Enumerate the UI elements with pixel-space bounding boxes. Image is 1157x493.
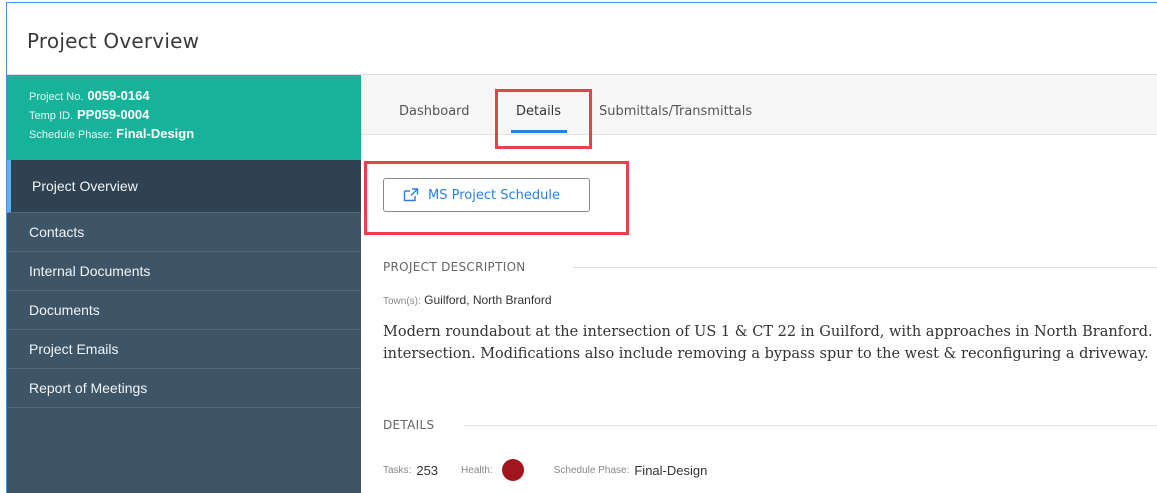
project-number-value: 0059-0164 bbox=[87, 88, 150, 103]
temp-id-value: PP059-0004 bbox=[77, 107, 150, 122]
details-row: Tasks: 253 Health: Schedule Phase: Final… bbox=[383, 457, 707, 483]
sidebar-item-report-of-meetings[interactable]: Report of Meetings bbox=[7, 369, 361, 408]
temp-id-line: Temp ID. PP059-0004 bbox=[29, 106, 361, 125]
page-title: Project Overview bbox=[27, 29, 200, 53]
schedule-phase-value: Final-Design bbox=[634, 462, 708, 478]
tasks-label: Tasks: bbox=[383, 464, 412, 476]
section-divider bbox=[573, 267, 1157, 268]
towns-line: Town(s): Guilford, North Branford bbox=[383, 293, 552, 307]
project-info-panel: Project No. 0059-0164 Temp ID. PP059-0004 … bbox=[7, 75, 361, 160]
highlight-box-ms-project-button bbox=[364, 161, 629, 235]
main-content: Dashboard Details Submittals/Transmittal… bbox=[361, 75, 1157, 493]
schedule-phase-value: Final-Design bbox=[116, 126, 195, 141]
sidebar-item-label: Project Overview bbox=[32, 178, 138, 194]
highlight-box-details-tab bbox=[495, 89, 592, 149]
tab-dashboard[interactable]: Dashboard bbox=[399, 104, 470, 119]
project-number-label: Project No. bbox=[29, 91, 84, 103]
section-divider bbox=[464, 425, 1157, 426]
sidebar-item-label: Report of Meetings bbox=[29, 380, 148, 396]
sidebar-item-label: Contacts bbox=[29, 224, 85, 240]
project-description-heading: PROJECT DESCRIPTION bbox=[383, 260, 526, 274]
schedule-phase-label: Schedule Phase: bbox=[553, 464, 630, 476]
details-heading: DETAILS bbox=[383, 418, 435, 432]
sidebar-item-contacts[interactable]: Contacts bbox=[7, 213, 361, 252]
description-line: intersection. Modifications also include… bbox=[383, 346, 1149, 362]
sidebar: Project No. 0059-0164 Temp ID. PP059-0004 … bbox=[7, 75, 361, 493]
schedule-phase-line: Schedule Phase: Final-Design bbox=[29, 125, 361, 144]
sidebar-item-project-emails[interactable]: Project Emails bbox=[7, 330, 361, 369]
sidebar-item-label: Documents bbox=[29, 302, 100, 318]
app-frame: Project Overview Project No. 0059-0164 Te… bbox=[6, 2, 1157, 493]
sidebar-item-project-overview[interactable]: Project Overview bbox=[7, 160, 361, 213]
health-status-indicator bbox=[501, 459, 524, 481]
sidebar-item-label: Internal Documents bbox=[29, 263, 151, 279]
health-label: Health: bbox=[461, 464, 493, 476]
project-number-line: Project No. 0059-0164 bbox=[29, 87, 361, 106]
towns-label: Town(s): bbox=[383, 296, 421, 307]
sidebar-nav: Project Overview Contacts Internal Docum… bbox=[7, 160, 361, 408]
sidebar-item-label: Project Emails bbox=[29, 341, 119, 357]
description-line: Modern roundabout at the intersection of… bbox=[383, 324, 1153, 340]
tab-bar: Dashboard Details Submittals/Transmittal… bbox=[361, 75, 1157, 135]
temp-id-label: Temp ID. bbox=[29, 110, 74, 122]
sidebar-item-internal-documents[interactable]: Internal Documents bbox=[7, 252, 361, 291]
tab-submittals-transmittals[interactable]: Submittals/Transmittals bbox=[599, 104, 752, 119]
tasks-value: 253 bbox=[416, 462, 439, 478]
page-header: Project Overview bbox=[7, 3, 1157, 75]
sidebar-item-documents[interactable]: Documents bbox=[7, 291, 361, 330]
schedule-phase-label: Schedule Phase: bbox=[29, 129, 113, 141]
project-description-text: Modern roundabout at the intersection of… bbox=[383, 321, 1157, 365]
towns-value: Guilford, North Branford bbox=[424, 293, 552, 307]
